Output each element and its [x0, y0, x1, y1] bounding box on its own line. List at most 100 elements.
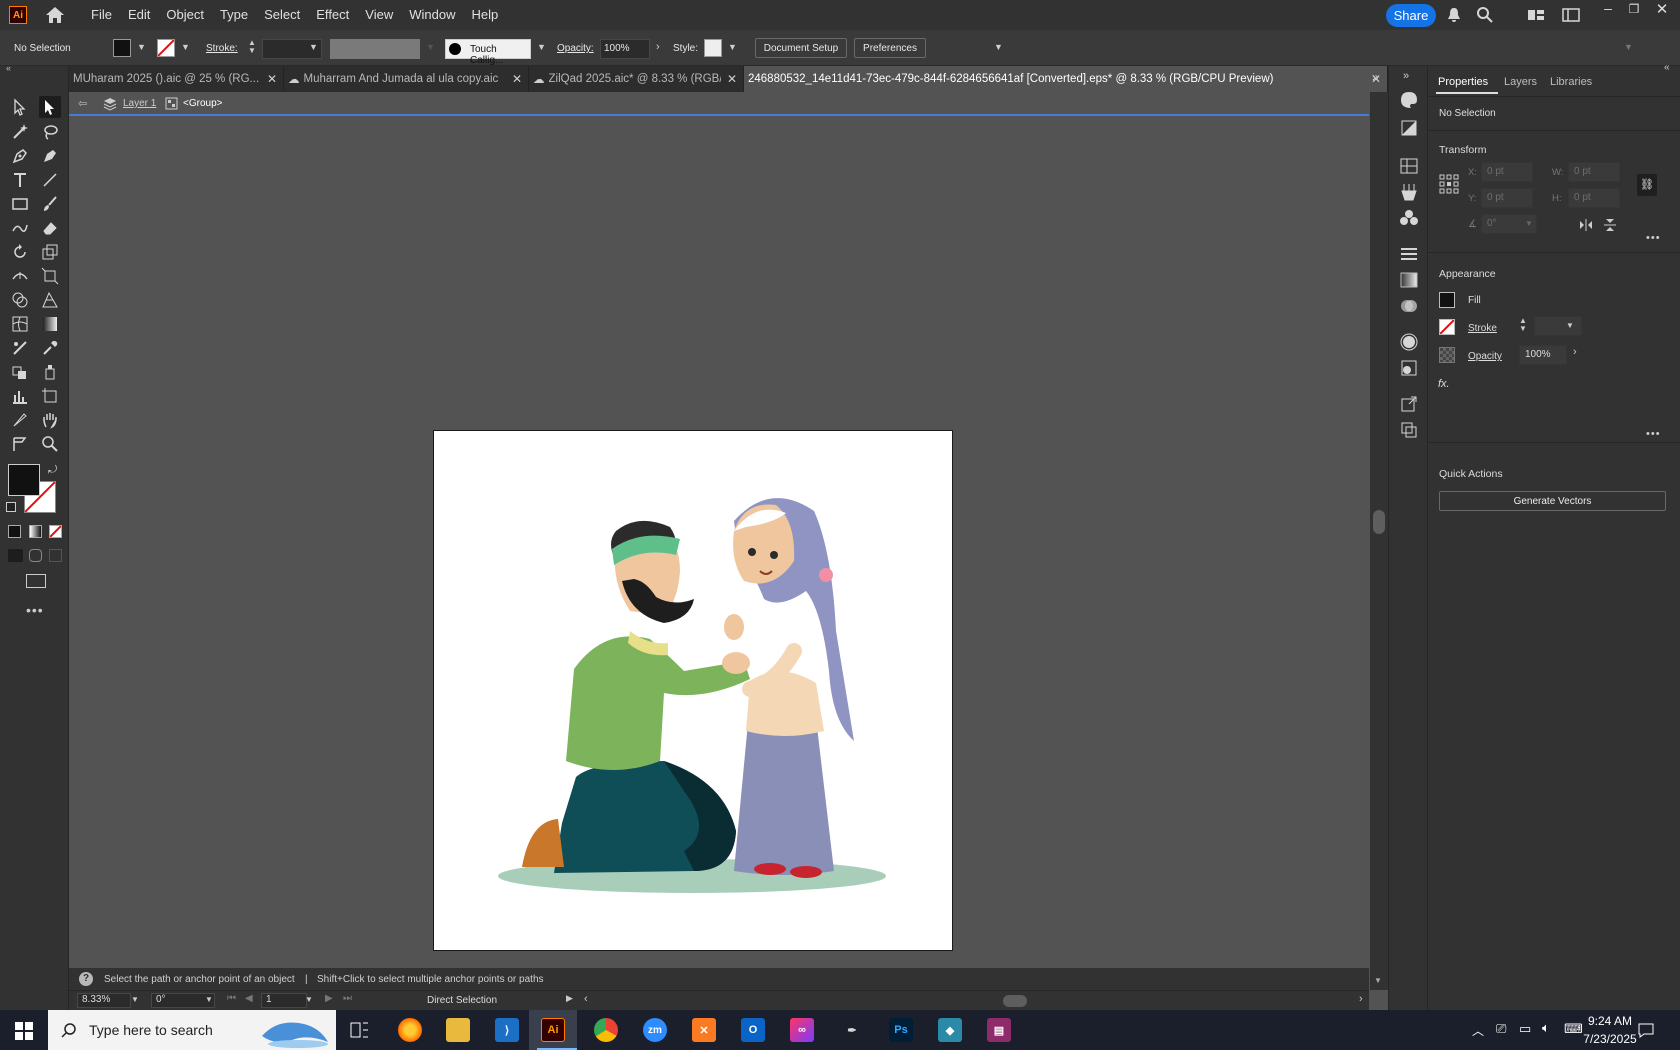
flip-vertical-icon[interactable]: [1603, 218, 1617, 232]
variable-width-profile[interactable]: [330, 39, 420, 59]
chevron-down-icon[interactable]: ▼: [181, 42, 190, 52]
default-fill-stroke-icon[interactable]: [6, 502, 16, 512]
draw-normal-icon[interactable]: [8, 549, 23, 562]
menu-edit[interactable]: Edit: [120, 0, 158, 30]
stepper-icon[interactable]: ▲ ▼: [248, 39, 256, 55]
draw-inside-icon[interactable]: [49, 549, 62, 562]
more-tabs-icon[interactable]: »: [1372, 70, 1379, 84]
opacity-label[interactable]: Opacity:: [557, 43, 594, 54]
menu-type[interactable]: Type: [212, 0, 256, 30]
windows-start-icon[interactable]: [15, 1022, 33, 1040]
more-options-icon[interactable]: •••: [1646, 232, 1661, 244]
vertical-scrollbar[interactable]: ▼: [1370, 92, 1388, 990]
appearance-icon[interactable]: [1399, 332, 1419, 352]
x-input[interactable]: 0 pt: [1481, 162, 1533, 182]
bell-icon[interactable]: [1445, 6, 1463, 24]
restore-button[interactable]: ❐: [1624, 2, 1644, 22]
next-artboard-icon[interactable]: ▶: [325, 993, 333, 1004]
show-hidden-icons[interactable]: ︿: [1472, 1022, 1484, 1039]
clock-date[interactable]: 7/23/2025: [1575, 1032, 1645, 1046]
zoom-tool-icon[interactable]: [39, 433, 61, 455]
volume-icon[interactable]: 🔈︎: [1542, 1020, 1550, 1036]
previous-artboard-icon[interactable]: ◀: [245, 993, 253, 1004]
symbols-icon[interactable]: [1399, 208, 1419, 228]
menu-object[interactable]: Object: [158, 0, 212, 30]
stepper-icon[interactable]: ▲ ▼: [1519, 317, 1527, 333]
swatches-icon[interactable]: [1399, 156, 1419, 176]
perspective-grid-tool-icon[interactable]: [39, 289, 61, 311]
close-tab-icon[interactable]: ✕: [512, 72, 522, 86]
close-tab-icon[interactable]: ✕: [727, 72, 737, 86]
artboard[interactable]: [433, 430, 953, 951]
device-icon[interactable]: ⎚: [1496, 1021, 1506, 1037]
clock-time[interactable]: 9:24 AM: [1575, 1014, 1645, 1028]
chevron-down-icon[interactable]: ▼: [305, 995, 313, 1004]
network-icon[interactable]: ▭: [1519, 1021, 1531, 1037]
gradient-mode-icon[interactable]: [29, 525, 42, 538]
shape-builder-tool-icon[interactable]: [9, 289, 31, 311]
last-artboard-icon[interactable]: ⏭: [343, 993, 352, 1004]
share-button[interactable]: Share: [1386, 4, 1436, 27]
type-tool-icon[interactable]: [9, 169, 31, 191]
chevron-down-icon[interactable]: ▼: [309, 42, 318, 52]
paintbrush-tool-icon[interactable]: [39, 193, 61, 215]
opacity-input[interactable]: 100%: [600, 39, 650, 59]
xampp-icon[interactable]: ✕: [692, 1018, 716, 1042]
chevron-down-icon[interactable]: ▼: [137, 42, 146, 52]
home-icon[interactable]: [45, 6, 65, 24]
help-icon[interactable]: ?: [79, 972, 93, 986]
vertical-scroll-thumb[interactable]: [1373, 510, 1385, 534]
fx-effects-icon[interactable]: fx.: [1438, 378, 1450, 390]
slice-tool-icon[interactable]: [9, 409, 31, 431]
menu-window[interactable]: Window: [401, 0, 463, 30]
chrome-icon[interactable]: [594, 1018, 618, 1042]
column-graph-tool-icon[interactable]: [9, 385, 31, 407]
opacity-input[interactable]: 100%: [1519, 345, 1567, 365]
notification-icon[interactable]: [1637, 1021, 1655, 1039]
fill-swatch[interactable]: [113, 39, 131, 57]
outlook-icon[interactable]: O: [741, 1018, 765, 1042]
chevron-down-icon[interactable]: ▼: [994, 42, 1003, 52]
brushes-icon[interactable]: [1399, 182, 1419, 202]
firefox-icon[interactable]: [398, 1018, 422, 1042]
rectangle-tool-icon[interactable]: [9, 193, 31, 215]
search-icon[interactable]: [1476, 6, 1494, 24]
close-tab-icon[interactable]: ✕: [267, 72, 277, 86]
h-input[interactable]: 0 pt: [1568, 188, 1620, 208]
breadcrumb-layer[interactable]: Layer 1: [123, 98, 156, 109]
artboard-tool-icon[interactable]: [39, 385, 61, 407]
chevron-down-icon[interactable]: ▼: [1525, 219, 1533, 228]
canvas[interactable]: [69, 116, 1369, 968]
lasso-tool-icon[interactable]: [39, 121, 61, 143]
creative-cloud-icon[interactable]: ∞: [790, 1018, 814, 1042]
illustrator-taskbar-icon[interactable]: Ai: [541, 1018, 565, 1042]
zoom-app-icon[interactable]: zm: [643, 1018, 667, 1042]
expand-panels-icon[interactable]: »: [1403, 70, 1409, 82]
chevron-right-icon[interactable]: ›: [1573, 346, 1577, 358]
zoom-level-input[interactable]: 8.33%: [77, 993, 131, 1008]
scroll-right-icon[interactable]: ›: [1359, 993, 1363, 1005]
tab-properties[interactable]: Properties: [1438, 76, 1488, 88]
gradient-panel-icon[interactable]: [1399, 270, 1419, 290]
pen-tool-icon[interactable]: [9, 145, 31, 167]
width-tool-icon[interactable]: [9, 265, 31, 287]
eyedropper-tool-icon[interactable]: [39, 337, 61, 359]
arrange-documents-icon[interactable]: [1562, 6, 1580, 24]
constrain-proportions-icon[interactable]: ⛓: [1637, 174, 1657, 196]
w-input[interactable]: 0 pt: [1568, 162, 1620, 182]
chevron-down-icon[interactable]: ▼: [1566, 321, 1574, 330]
reference-point-icon[interactable]: [1439, 174, 1459, 194]
stroke-label[interactable]: Stroke: [1468, 323, 1497, 334]
chevron-down-icon[interactable]: ▼: [1624, 42, 1633, 52]
back-arrow-icon[interactable]: ⇦: [78, 97, 87, 110]
menu-file[interactable]: File: [83, 0, 120, 30]
first-artboard-icon[interactable]: ⏮: [227, 993, 236, 1004]
graphic-style-swatch[interactable]: [704, 39, 722, 57]
status-menu-icon[interactable]: ▶: [566, 993, 573, 1004]
menu-effect[interactable]: Effect: [308, 0, 357, 30]
document-tab[interactable]: ☁ZilQad 2025.aic* @ 8.33 % (RGB/C... ✕: [529, 66, 744, 92]
appearance-fill-swatch[interactable]: [1439, 292, 1455, 308]
stroke-panel-icon[interactable]: [1399, 244, 1419, 264]
asset-export-icon[interactable]: [1399, 394, 1419, 414]
y-input[interactable]: 0 pt: [1481, 188, 1533, 208]
